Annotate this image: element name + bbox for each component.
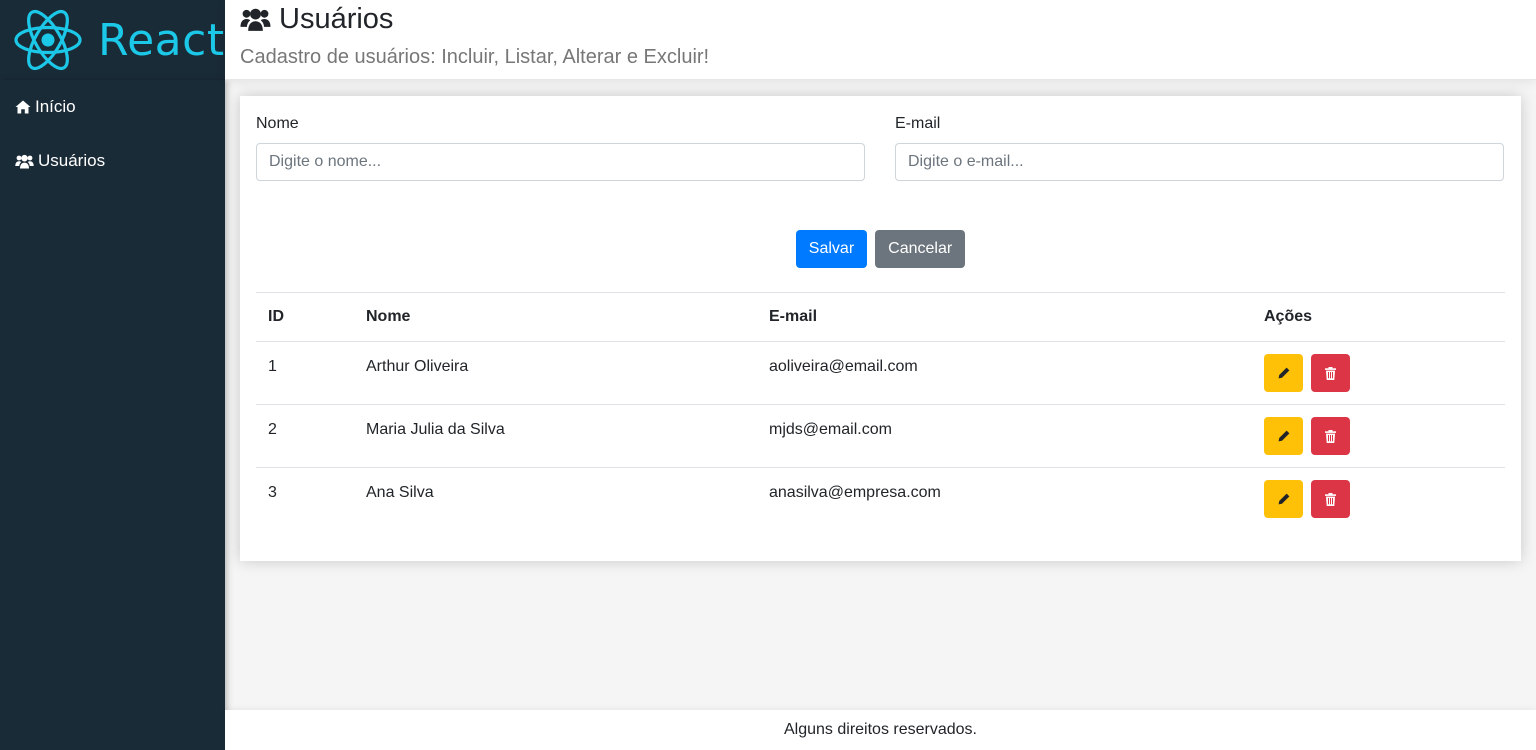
trash-icon — [1325, 492, 1337, 506]
pencil-icon — [1278, 367, 1290, 379]
sidebar-item-inicio[interactable]: Início — [0, 80, 225, 134]
trash-icon — [1325, 366, 1337, 380]
users-table: ID Nome E-mail Ações 1 Arthur Oliveira a… — [256, 292, 1505, 530]
sidebar-item-label: Usuários — [38, 151, 106, 170]
cell-id: 1 — [256, 341, 354, 405]
save-button[interactable]: Salvar — [795, 230, 868, 268]
cell-name: Maria Julia da Silva — [354, 404, 757, 468]
edit-button[interactable] — [1264, 480, 1303, 518]
brand-name: React — [98, 14, 225, 66]
name-label: Nome — [256, 115, 299, 132]
home-icon — [15, 100, 31, 114]
cell-email: mjds@email.com — [757, 404, 1252, 468]
users-icon — [240, 7, 271, 32]
delete-button[interactable] — [1311, 354, 1351, 392]
page-title: Usuários — [240, 2, 1536, 36]
table-row: 2 Maria Julia da Silva mjds@email.com — [256, 404, 1505, 468]
cancel-button[interactable]: Cancelar — [875, 230, 966, 268]
edit-button[interactable] — [1264, 417, 1303, 455]
pencil-icon — [1278, 430, 1290, 442]
column-header-nome: Nome — [354, 292, 757, 342]
cell-id: 2 — [256, 404, 354, 468]
pencil-icon — [1278, 493, 1290, 505]
table-row: 1 Arthur Oliveira aoliveira@email.com — [256, 341, 1505, 405]
cell-id: 3 — [256, 467, 354, 530]
email-input[interactable] — [895, 143, 1504, 181]
sidebar-item-label: Início — [35, 97, 76, 116]
trash-icon — [1325, 429, 1337, 443]
react-atom-icon — [12, 6, 84, 74]
email-label: E-mail — [895, 115, 941, 132]
table-row: 3 Ana Silva anasilva@empresa.com — [256, 467, 1505, 530]
cell-email: anasilva@empresa.com — [757, 467, 1252, 530]
cell-name: Ana Silva — [354, 467, 757, 530]
email-form-group: E-mail — [895, 112, 1504, 181]
name-form-group: Nome — [256, 112, 865, 181]
sidebar-item-usuarios[interactable]: Usuários — [0, 134, 225, 188]
form-actions: Salvar Cancelar — [256, 230, 1505, 268]
cell-actions — [1252, 341, 1505, 405]
page-title-text: Usuários — [279, 2, 394, 35]
delete-button[interactable] — [1311, 417, 1351, 455]
brand-logo[interactable]: React — [0, 0, 225, 80]
table-header-row: ID Nome E-mail Ações — [256, 292, 1505, 342]
page-subtitle: Cadastro de usuários: Incluir, Listar, A… — [240, 46, 710, 68]
footer-text: Alguns direitos reservados. — [784, 721, 977, 738]
sidebar-menu: Início Usuários — [0, 80, 225, 750]
users-icon — [15, 154, 34, 169]
page-footer: Alguns direitos reservados. — [225, 710, 1536, 750]
user-crud-card: Nome E-mail Salvar Cancelar ID Nome E-ma… — [240, 96, 1521, 561]
delete-button[interactable] — [1311, 480, 1351, 518]
column-header-acoes: Ações — [1252, 292, 1505, 342]
edit-button[interactable] — [1264, 354, 1303, 392]
column-header-email: E-mail — [757, 292, 1252, 342]
cell-email: aoliveira@email.com — [757, 341, 1252, 405]
cell-actions — [1252, 467, 1505, 530]
cell-actions — [1252, 404, 1505, 468]
cell-name: Arthur Oliveira — [354, 341, 757, 405]
user-form: Nome E-mail — [256, 112, 1505, 181]
name-input[interactable] — [256, 143, 865, 181]
page-header: Usuários Cadastro de usuários: Incluir, … — [225, 0, 1536, 80]
column-header-id: ID — [256, 292, 354, 342]
